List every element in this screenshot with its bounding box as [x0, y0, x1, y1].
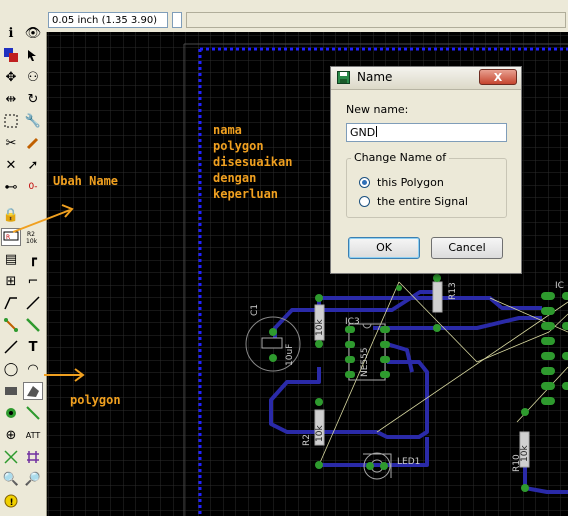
- new-name-input[interactable]: GND: [346, 123, 507, 142]
- ok-button[interactable]: OK: [348, 237, 420, 259]
- dialog-titlebar[interactable]: Name X: [331, 67, 521, 90]
- entire-signal-label[interactable]: the entire Signal: [377, 195, 468, 208]
- name-dialog: Name X New name: GND Change Name of this…: [330, 66, 522, 274]
- entire-signal-radio[interactable]: [359, 196, 370, 207]
- save-disk-icon: [337, 71, 350, 84]
- text-caret: [376, 126, 378, 137]
- this-polygon-label[interactable]: this Polygon: [377, 176, 444, 189]
- new-name-value: GND: [350, 126, 376, 139]
- new-name-label: New name:: [346, 103, 409, 116]
- change-name-group: Change Name of this Polygon the entire S…: [346, 151, 507, 218]
- arrow-ubah-name: [12, 209, 71, 233]
- close-button[interactable]: X: [479, 69, 517, 85]
- cancel-button[interactable]: Cancel: [431, 237, 503, 259]
- dialog-title: Name: [357, 70, 393, 84]
- this-polygon-radio[interactable]: [359, 177, 370, 188]
- change-name-group-title: Change Name of: [351, 151, 450, 164]
